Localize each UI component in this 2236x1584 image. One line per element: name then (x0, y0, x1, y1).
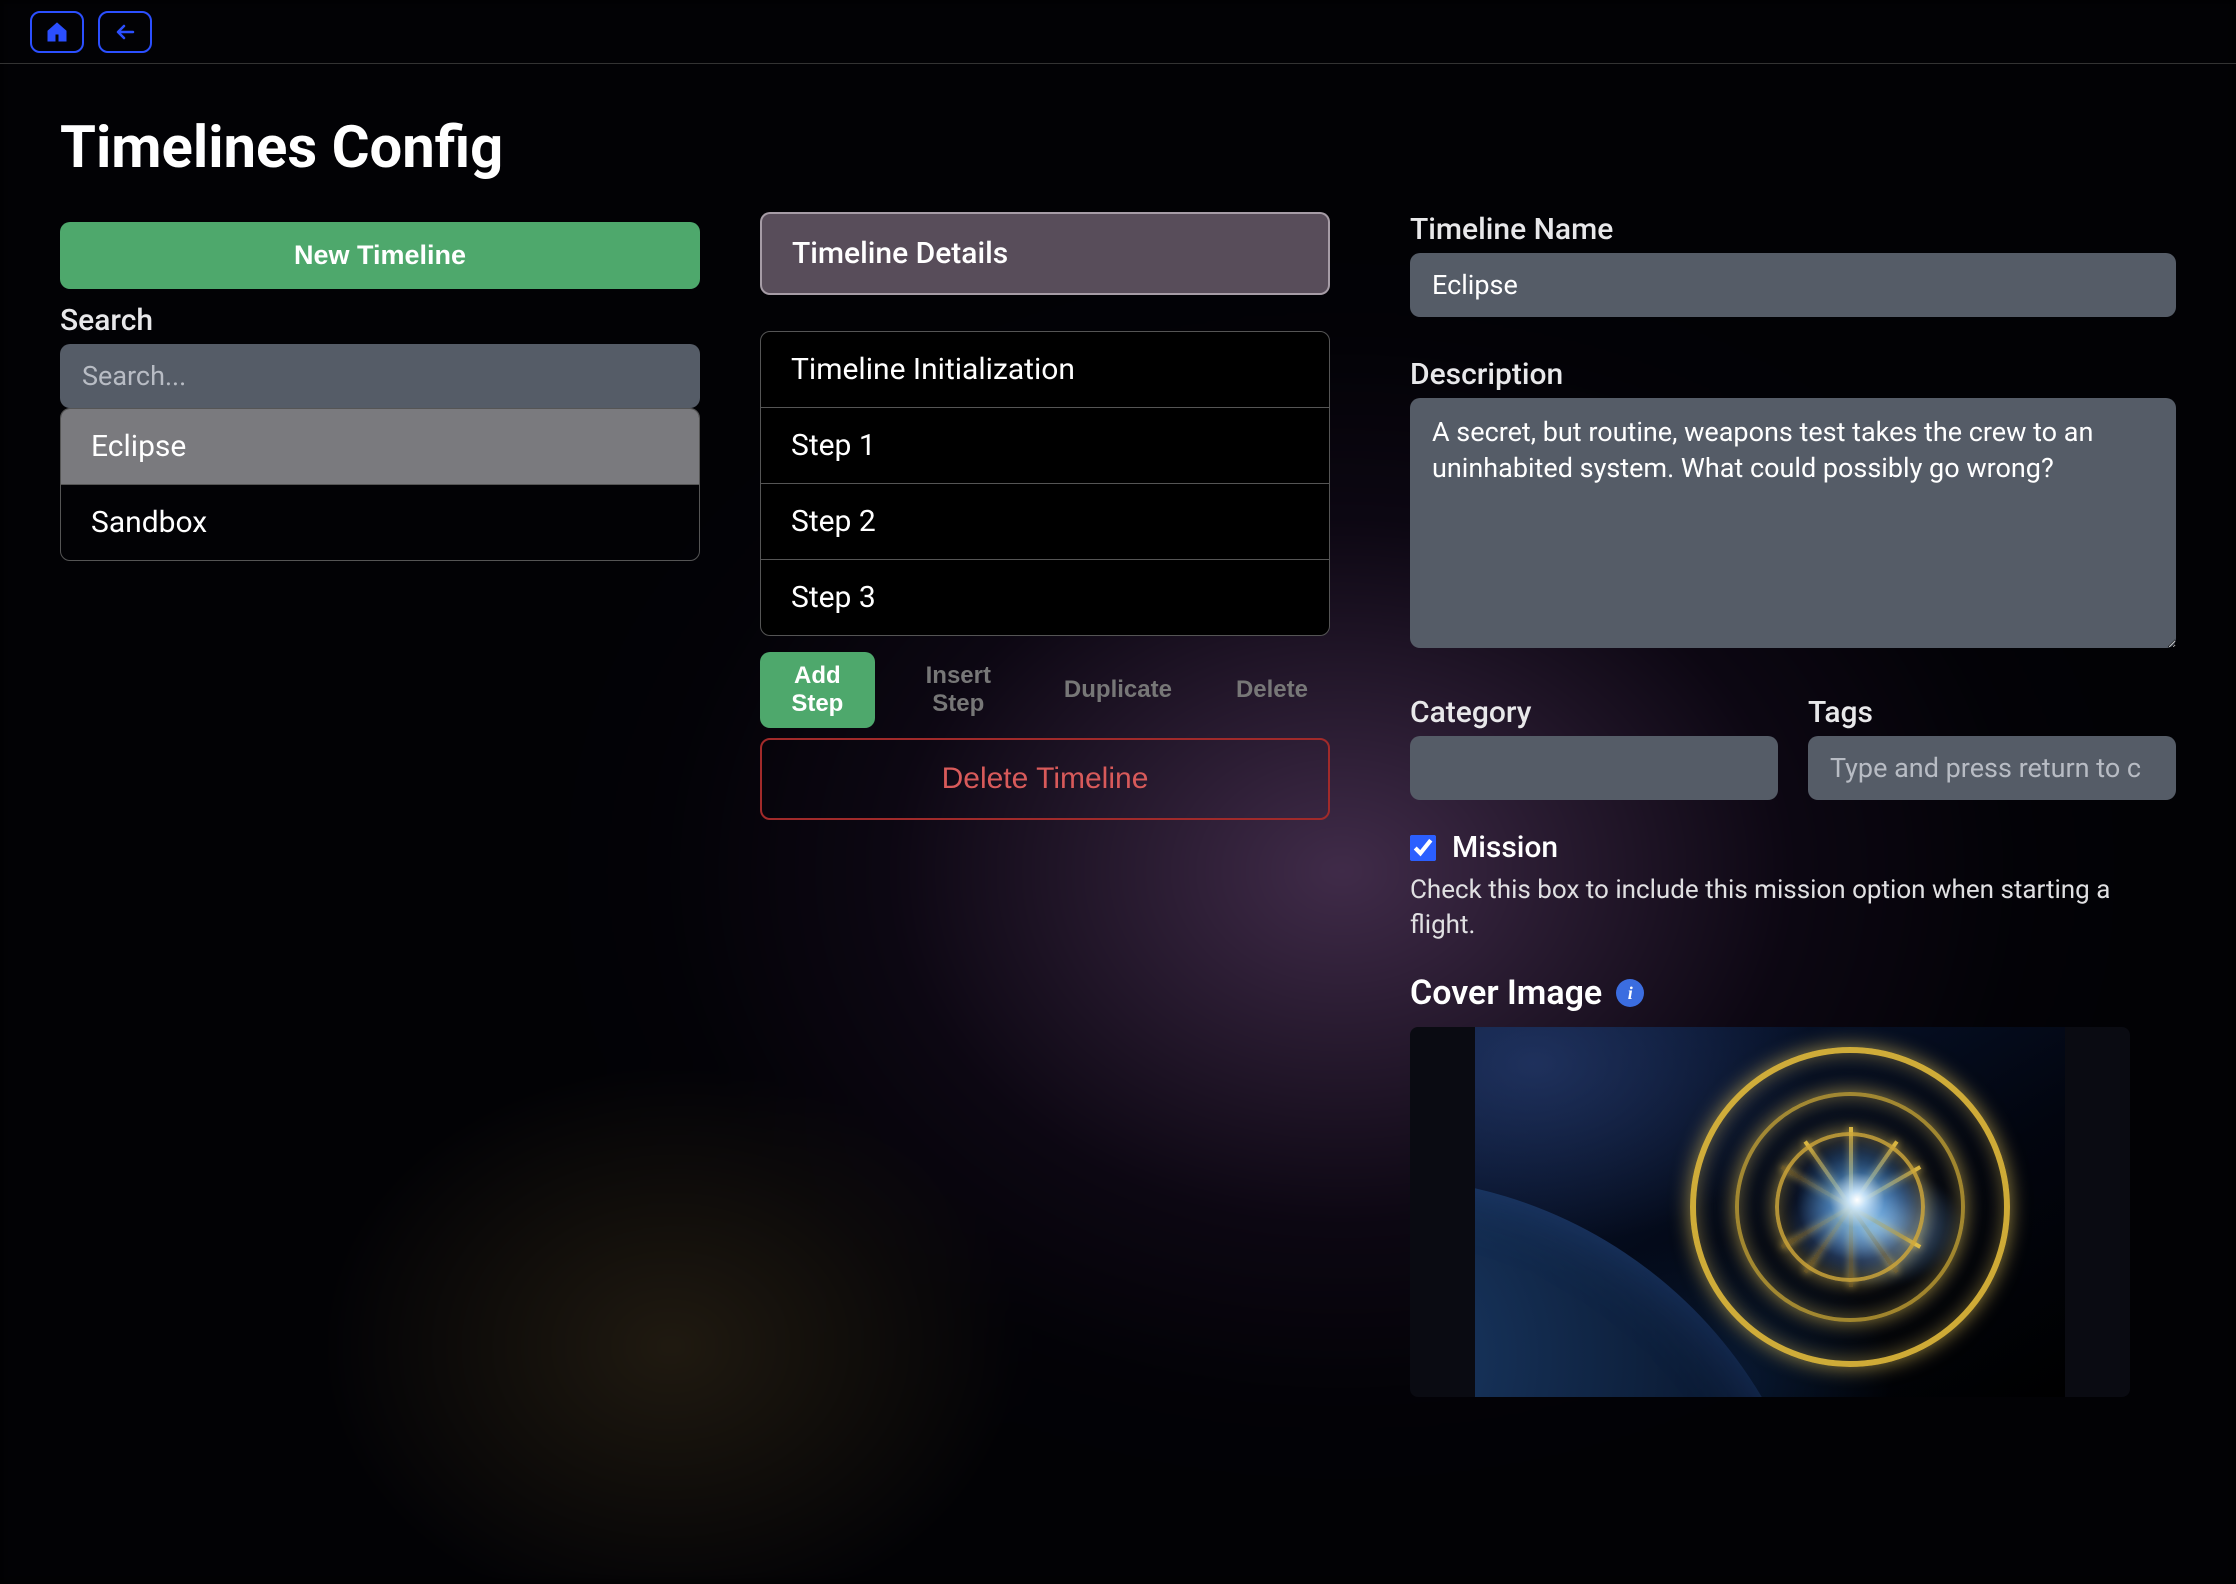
description-textarea[interactable] (1410, 398, 2176, 648)
mission-checkbox-row: Mission (1410, 830, 2176, 865)
info-icon[interactable]: i (1616, 979, 1644, 1007)
cover-art-illustration (1475, 1027, 2065, 1397)
insert-step-button: Insert Step (895, 652, 1022, 728)
timeline-name-label: Timeline Name (1410, 212, 2176, 247)
steps-column: Timeline Details Timeline Initialization… (760, 114, 1330, 1534)
sidebar-column: Timelines Config New Timeline Search Ecl… (60, 114, 700, 1534)
search-label: Search (60, 303, 700, 338)
step-item[interactable]: Timeline Initialization (761, 332, 1329, 407)
step-item[interactable]: Step 3 (761, 559, 1329, 635)
step-actions: Add Step Insert Step Duplicate Delete (760, 652, 1330, 728)
category-label: Category (1410, 695, 1778, 730)
mission-help-text: Check this box to include this mission o… (1410, 873, 2176, 943)
timeline-name-input[interactable] (1410, 253, 2176, 317)
tags-label: Tags (1808, 695, 2176, 730)
mission-label: Mission (1452, 830, 1558, 865)
topbar (0, 0, 2236, 64)
page-title: Timelines Config (60, 114, 700, 182)
mission-checkbox[interactable] (1410, 835, 1436, 861)
description-label: Description (1410, 357, 2176, 392)
back-button[interactable] (98, 11, 152, 53)
timeline-list: Eclipse Sandbox (60, 408, 700, 561)
timeline-details-header[interactable]: Timeline Details (760, 212, 1330, 295)
timeline-item-eclipse[interactable]: Eclipse (61, 409, 699, 484)
tags-input[interactable] (1808, 736, 2176, 800)
search-input[interactable] (60, 344, 700, 408)
step-list: Timeline Initialization Step 1 Step 2 St… (760, 331, 1330, 636)
home-button[interactable] (30, 11, 84, 53)
step-item[interactable]: Step 1 (761, 407, 1329, 483)
step-item[interactable]: Step 2 (761, 483, 1329, 559)
page-content: Timelines Config New Timeline Search Ecl… (0, 64, 2236, 1584)
cover-image-label: Cover Image (1410, 973, 1602, 1013)
home-icon (45, 20, 69, 44)
category-input[interactable] (1410, 736, 1778, 800)
details-form-column: Timeline Name Description Category Tags … (1390, 114, 2176, 1534)
add-step-button[interactable]: Add Step (760, 652, 875, 728)
timeline-item-sandbox[interactable]: Sandbox (61, 484, 699, 560)
back-arrow-icon (113, 20, 137, 44)
duplicate-step-button: Duplicate (1042, 666, 1194, 714)
delete-step-button: Delete (1214, 666, 1330, 714)
cover-image-preview[interactable] (1410, 1027, 2130, 1397)
delete-timeline-button[interactable]: Delete Timeline (760, 738, 1330, 820)
new-timeline-button[interactable]: New Timeline (60, 222, 700, 289)
